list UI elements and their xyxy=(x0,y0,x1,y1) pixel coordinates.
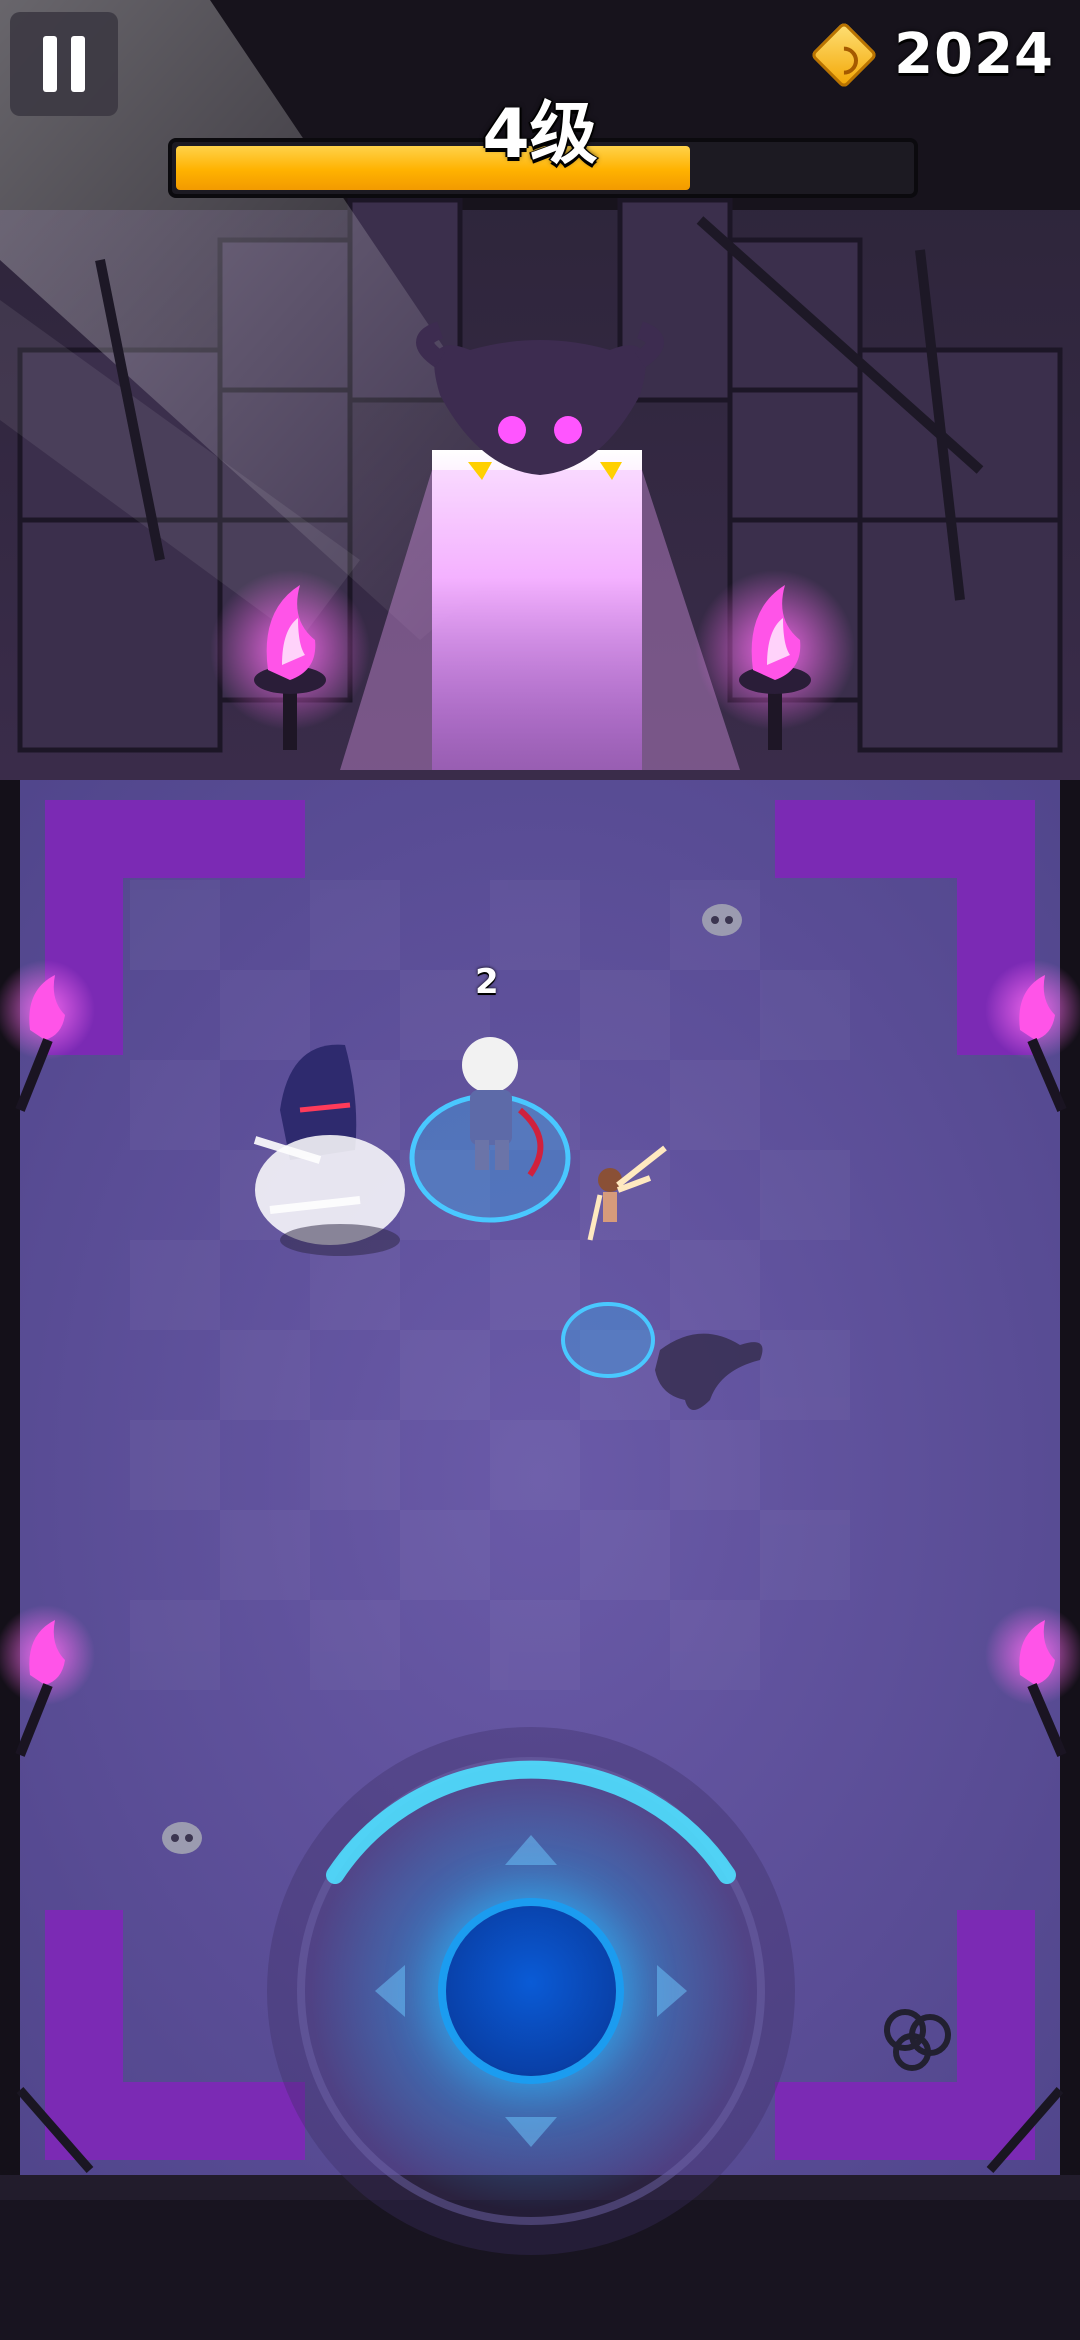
damage-number: 2 xyxy=(475,962,499,1002)
joystick-knob[interactable] xyxy=(446,1906,616,2076)
skull-icon xyxy=(162,1822,202,1854)
level-label: 4级 xyxy=(482,95,598,174)
target-ring xyxy=(561,1302,655,1378)
skull-icon xyxy=(702,904,742,936)
virtual-joystick[interactable] xyxy=(265,1725,797,2257)
